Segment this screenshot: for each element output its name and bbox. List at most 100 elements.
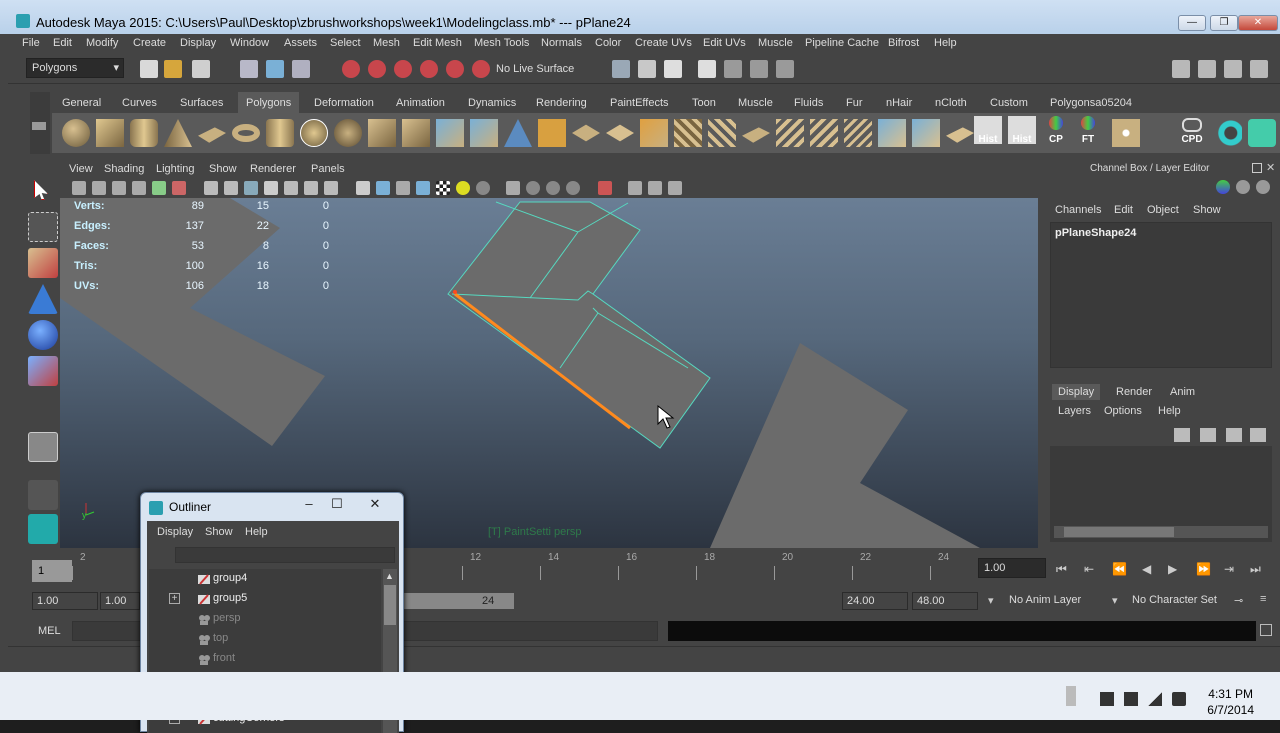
shelf-tab-curves[interactable]: Curves <box>116 95 163 111</box>
menu-edit[interactable]: Edit <box>53 37 72 49</box>
menu-modify[interactable]: Modify <box>86 37 118 49</box>
menu-create[interactable]: Create <box>133 37 166 49</box>
new-empty-layer-icon[interactable] <box>1174 428 1190 442</box>
menu-create-uvs[interactable]: Create UVs <box>635 37 692 49</box>
layer-tab-render[interactable]: Render <box>1110 384 1158 400</box>
hypershade-icon[interactable] <box>776 60 794 78</box>
image-plane-icon[interactable] <box>132 181 146 195</box>
collapse-icon[interactable] <box>810 119 838 147</box>
step-forward-frame-icon[interactable]: ⏩ <box>1196 562 1211 576</box>
shelf-tab-fur[interactable]: Fur <box>840 95 869 111</box>
save-scene-icon[interactable] <box>192 60 210 78</box>
channel-box-speed-icon[interactable] <box>1236 180 1250 194</box>
outliner-item[interactable]: top <box>149 629 381 649</box>
select-object-icon[interactable] <box>266 60 284 78</box>
paint-select-tool-icon[interactable] <box>28 248 58 278</box>
menu-display[interactable]: Display <box>180 37 216 49</box>
safe-title-icon[interactable] <box>324 181 338 195</box>
outliner-minimize-button[interactable]: – <box>297 496 321 514</box>
system-clock[interactable]: 4:31 PM 6/7/2014 <box>1207 686 1254 718</box>
shelf-tab-surfaces[interactable]: Surfaces <box>174 95 229 111</box>
new-layer-selected-icon[interactable] <box>1200 428 1216 442</box>
menu-edit-mesh[interactable]: Edit Mesh <box>413 37 462 49</box>
network-icon[interactable] <box>1148 692 1162 706</box>
isolate-select-icon[interactable] <box>506 181 520 195</box>
scroll-up-icon[interactable]: ▲ <box>385 571 394 581</box>
cpd-icon[interactable]: CPD <box>1178 116 1206 145</box>
channel-box-toggle-icon[interactable] <box>1250 60 1268 78</box>
construction-history-icon[interactable] <box>638 60 656 78</box>
modeling-toolkit-shelf-icon[interactable] <box>1112 119 1140 147</box>
maximize-button[interactable]: ❐ <box>1210 15 1238 31</box>
playback-start-field[interactable]: 1.00 <box>100 592 140 610</box>
render-view-icon[interactable] <box>664 60 682 78</box>
animation-start-field[interactable]: 1.00 <box>32 592 98 610</box>
channel-box-axes-icon[interactable] <box>1216 180 1230 194</box>
poly-cylinder-icon[interactable] <box>130 119 158 147</box>
anti-aliasing-icon[interactable] <box>566 181 580 195</box>
animation-prefs-icon[interactable]: ≡ <box>1260 593 1266 605</box>
command-language-label[interactable]: MEL <box>38 625 61 637</box>
move-tool-icon[interactable] <box>28 284 58 314</box>
menu-edit-uvs[interactable]: Edit UVs <box>703 37 746 49</box>
show-hidden-icons[interactable] <box>1066 686 1076 706</box>
bevel-icon[interactable] <box>742 127 770 143</box>
menu-muscle[interactable]: Muscle <box>758 37 793 49</box>
fill-hole-icon[interactable] <box>878 119 906 147</box>
current-frame-marker[interactable]: 1 <box>32 560 72 582</box>
character-set-dropdown[interactable]: No Character Set <box>1132 594 1217 606</box>
textured-icon[interactable] <box>436 181 450 195</box>
poly-pipe-icon[interactable] <box>266 119 294 147</box>
menuset-dropdown[interactable]: Polygons ▾ <box>26 58 124 78</box>
key-icon[interactable]: ⊸ <box>1234 594 1243 607</box>
menu-assets[interactable]: Assets <box>284 37 317 49</box>
script-editor-icon[interactable] <box>1260 624 1272 636</box>
ipr-render-icon[interactable] <box>724 60 742 78</box>
extrude-icon[interactable] <box>674 119 702 147</box>
select-component-icon[interactable] <box>292 60 310 78</box>
quadrangulate-icon[interactable] <box>946 127 974 143</box>
close-panel-icon[interactable]: ✕ <box>1266 161 1275 174</box>
poly-soccer-ball-icon[interactable] <box>300 119 328 147</box>
2d-pan-zoom-icon[interactable] <box>152 181 166 195</box>
menu-mesh[interactable]: Mesh <box>373 37 400 49</box>
layer-tab-display[interactable]: Display <box>1052 384 1101 400</box>
play-backwards-icon[interactable]: ◀ <box>1142 562 1151 576</box>
center-pivot-icon[interactable]: CP <box>1042 116 1070 145</box>
camera-attributes-icon[interactable] <box>92 181 106 195</box>
poly-cone-icon[interactable] <box>164 119 192 147</box>
new-scene-icon[interactable] <box>140 60 158 78</box>
scale-tool-icon[interactable] <box>28 356 58 386</box>
snap-plane-icon[interactable] <box>420 60 438 78</box>
wireframe-on-shaded-icon[interactable] <box>396 181 410 195</box>
select-camera-icon[interactable] <box>72 181 86 195</box>
rotate-tool-icon[interactable] <box>28 320 58 350</box>
expand-icon[interactable]: + <box>169 593 180 604</box>
shelf-tab-custom[interactable]: Custom <box>984 95 1034 111</box>
smooth-icon[interactable] <box>470 119 498 147</box>
shape-node-name[interactable]: pPlaneShape24 <box>1055 227 1136 239</box>
merge-icon[interactable] <box>776 119 804 147</box>
outliner-item[interactable]: front <box>149 649 381 669</box>
close-button[interactable]: ✕ <box>1238 15 1278 31</box>
attribute-editor-icon[interactable] <box>1198 60 1216 78</box>
xray-joints-icon[interactable] <box>598 181 612 195</box>
current-frame-field[interactable]: 1.00 <box>978 558 1046 578</box>
scroll-thumb[interactable] <box>1064 527 1174 537</box>
select-tool-icon[interactable] <box>28 176 58 206</box>
outliner-menu-help[interactable]: Help <box>245 526 268 538</box>
wireframe-icon[interactable] <box>356 181 370 195</box>
shelf-tab-deformation[interactable]: Deformation <box>308 95 380 111</box>
insert-edge-loop-icon[interactable] <box>606 124 634 142</box>
gate-mask-icon[interactable] <box>264 181 278 195</box>
move-layer-up-icon[interactable] <box>1226 428 1242 442</box>
grid-icon[interactable] <box>204 181 218 195</box>
layer-menu-options[interactable]: Options <box>1104 405 1142 417</box>
menu-bifrost[interactable]: Bifrost <box>888 37 919 49</box>
bookmarks-icon[interactable] <box>112 181 126 195</box>
cb-menu-object[interactable]: Object <box>1147 204 1179 216</box>
freeze-transforms-icon[interactable]: FT <box>1074 116 1102 145</box>
separate-icon[interactable] <box>402 119 430 147</box>
move-layer-down-icon[interactable] <box>1250 428 1266 442</box>
shelf-tab-toon[interactable]: Toon <box>686 95 722 111</box>
